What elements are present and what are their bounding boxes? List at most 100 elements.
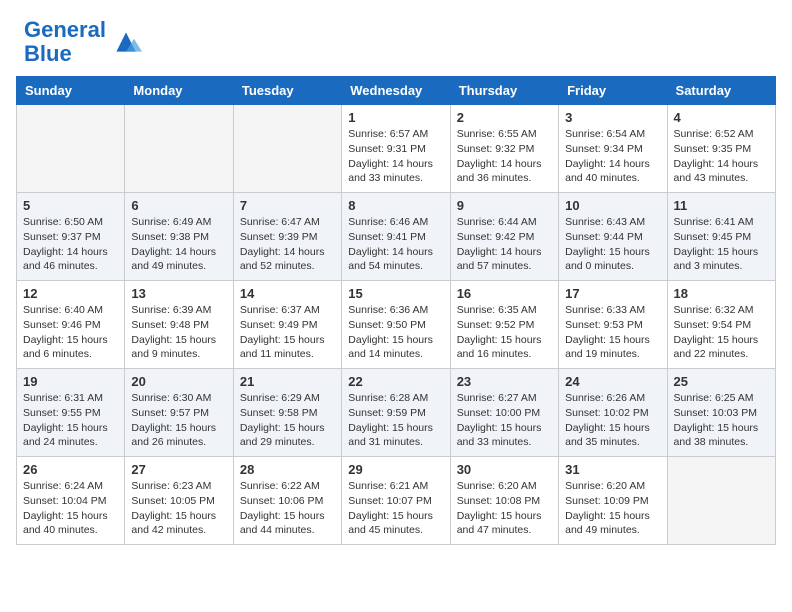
cell-info-text: Sunrise: 6:49 AM Sunset: 9:38 PM Dayligh… [131,215,226,274]
cell-info-text: Sunrise: 6:24 AM Sunset: 10:04 PM Daylig… [23,479,118,538]
cell-date-number: 24 [565,374,660,389]
cell-date-number: 29 [348,462,443,477]
empty-cell [667,457,775,545]
day-cell-20: 20 Sunrise: 6:30 AM Sunset: 9:57 PM Dayli… [125,369,233,457]
cell-info-text: Sunrise: 6:46 AM Sunset: 9:41 PM Dayligh… [348,215,443,274]
day-header-sunday: Sunday [17,77,125,105]
cell-date-number: 18 [674,286,769,301]
cell-info-text: Sunrise: 6:52 AM Sunset: 9:35 PM Dayligh… [674,127,769,186]
day-cell-8: 8 Sunrise: 6:46 AM Sunset: 9:41 PM Daylig… [342,193,450,281]
cell-date-number: 19 [23,374,118,389]
day-cell-5: 5Sunrise: 6:50 AM Sunset: 9:37 PM Daylig… [17,193,125,281]
day-cell-7: 7 Sunrise: 6:47 AM Sunset: 9:39 PM Daylig… [233,193,341,281]
cell-info-text: Sunrise: 6:44 AM Sunset: 9:42 PM Dayligh… [457,215,552,274]
cell-info-text: Sunrise: 6:35 AM Sunset: 9:52 PM Dayligh… [457,303,552,362]
cell-info-text: Sunrise: 6:29 AM Sunset: 9:58 PM Dayligh… [240,391,335,450]
cell-date-number: 4 [674,110,769,125]
cell-date-number: 16 [457,286,552,301]
cell-info-text: Sunrise: 6:21 AM Sunset: 10:07 PM Daylig… [348,479,443,538]
day-cell-3: 3 Sunrise: 6:54 AM Sunset: 9:34 PM Daylig… [559,105,667,193]
cell-info-text: Sunrise: 6:22 AM Sunset: 10:06 PM Daylig… [240,479,335,538]
cell-date-number: 27 [131,462,226,477]
cell-info-text: Sunrise: 6:37 AM Sunset: 9:49 PM Dayligh… [240,303,335,362]
page-container: General Blue SundayMondayTuesdayWednesda… [0,0,792,561]
cell-info-text: Sunrise: 6:43 AM Sunset: 9:44 PM Dayligh… [565,215,660,274]
cell-date-number: 28 [240,462,335,477]
day-cell-12: 12Sunrise: 6:40 AM Sunset: 9:46 PM Dayli… [17,281,125,369]
cell-info-text: Sunrise: 6:30 AM Sunset: 9:57 PM Dayligh… [131,391,226,450]
cell-date-number: 7 [240,198,335,213]
cell-date-number: 3 [565,110,660,125]
cell-info-text: Sunrise: 6:20 AM Sunset: 10:08 PM Daylig… [457,479,552,538]
header-row: SundayMondayTuesdayWednesdayThursdayFrid… [17,77,776,105]
cell-date-number: 21 [240,374,335,389]
cell-info-text: Sunrise: 6:54 AM Sunset: 9:34 PM Dayligh… [565,127,660,186]
day-cell-4: 4 Sunrise: 6:52 AM Sunset: 9:35 PM Daylig… [667,105,775,193]
cell-info-text: Sunrise: 6:47 AM Sunset: 9:39 PM Dayligh… [240,215,335,274]
cell-date-number: 22 [348,374,443,389]
day-header-tuesday: Tuesday [233,77,341,105]
day-cell-27: 27 Sunrise: 6:23 AM Sunset: 10:05 PM Dayl… [125,457,233,545]
day-header-monday: Monday [125,77,233,105]
cell-date-number: 23 [457,374,552,389]
cell-date-number: 15 [348,286,443,301]
day-header-saturday: Saturday [667,77,775,105]
day-cell-28: 28 Sunrise: 6:22 AM Sunset: 10:06 PM Dayl… [233,457,341,545]
day-cell-10: 10Sunrise: 6:43 AM Sunset: 9:44 PM Dayli… [559,193,667,281]
day-header-thursday: Thursday [450,77,558,105]
cell-date-number: 20 [131,374,226,389]
calendar-wrap: SundayMondayTuesdayWednesdayThursdayFrid… [0,76,792,561]
empty-cell [17,105,125,193]
cell-date-number: 2 [457,110,552,125]
cell-info-text: Sunrise: 6:50 AM Sunset: 9:37 PM Dayligh… [23,215,118,274]
day-cell-14: 14 Sunrise: 6:37 AM Sunset: 9:49 PM Dayli… [233,281,341,369]
cell-date-number: 30 [457,462,552,477]
cell-info-text: Sunrise: 6:20 AM Sunset: 10:09 PM Daylig… [565,479,660,538]
day-cell-13: 13 Sunrise: 6:39 AM Sunset: 9:48 PM Dayli… [125,281,233,369]
cell-info-text: Sunrise: 6:25 AM Sunset: 10:03 PM Daylig… [674,391,769,450]
cell-date-number: 11 [674,198,769,213]
logo: General Blue [24,18,142,66]
week-row-2: 5Sunrise: 6:50 AM Sunset: 9:37 PM Daylig… [17,193,776,281]
cell-info-text: Sunrise: 6:32 AM Sunset: 9:54 PM Dayligh… [674,303,769,362]
cell-info-text: Sunrise: 6:23 AM Sunset: 10:05 PM Daylig… [131,479,226,538]
day-cell-30: 30 Sunrise: 6:20 AM Sunset: 10:08 PM Dayl… [450,457,558,545]
cell-date-number: 8 [348,198,443,213]
cell-date-number: 14 [240,286,335,301]
cell-info-text: Sunrise: 6:31 AM Sunset: 9:55 PM Dayligh… [23,391,118,450]
cell-date-number: 26 [23,462,118,477]
calendar-table: SundayMondayTuesdayWednesdayThursdayFrid… [16,76,776,545]
cell-info-text: Sunrise: 6:41 AM Sunset: 9:45 PM Dayligh… [674,215,769,274]
header: General Blue [0,0,792,76]
day-cell-19: 19 Sunrise: 6:31 AM Sunset: 9:55 PM Dayli… [17,369,125,457]
cell-info-text: Sunrise: 6:36 AM Sunset: 9:50 PM Dayligh… [348,303,443,362]
logo-blue: Blue [24,41,72,66]
cell-info-text: Sunrise: 6:57 AM Sunset: 9:31 PM Dayligh… [348,127,443,186]
cell-date-number: 25 [674,374,769,389]
day-cell-1: 1Sunrise: 6:57 AM Sunset: 9:31 PM Daylig… [342,105,450,193]
week-row-3: 12Sunrise: 6:40 AM Sunset: 9:46 PM Dayli… [17,281,776,369]
cell-date-number: 31 [565,462,660,477]
cell-info-text: Sunrise: 6:33 AM Sunset: 9:53 PM Dayligh… [565,303,660,362]
day-cell-22: 22 Sunrise: 6:28 AM Sunset: 9:59 PM Dayli… [342,369,450,457]
day-cell-23: 23Sunrise: 6:27 AM Sunset: 10:00 PM Dayl… [450,369,558,457]
day-header-friday: Friday [559,77,667,105]
day-cell-17: 17 Sunrise: 6:33 AM Sunset: 9:53 PM Dayli… [559,281,667,369]
day-cell-16: 16 Sunrise: 6:35 AM Sunset: 9:52 PM Dayli… [450,281,558,369]
logo-text-block: General Blue [24,18,106,66]
day-cell-18: 18 Sunrise: 6:32 AM Sunset: 9:54 PM Dayli… [667,281,775,369]
day-cell-25: 25 Sunrise: 6:25 AM Sunset: 10:03 PM Dayl… [667,369,775,457]
empty-cell [233,105,341,193]
cell-info-text: Sunrise: 6:26 AM Sunset: 10:02 PM Daylig… [565,391,660,450]
day-header-wednesday: Wednesday [342,77,450,105]
cell-date-number: 17 [565,286,660,301]
cell-info-text: Sunrise: 6:28 AM Sunset: 9:59 PM Dayligh… [348,391,443,450]
day-cell-26: 26 Sunrise: 6:24 AM Sunset: 10:04 PM Dayl… [17,457,125,545]
cell-info-text: Sunrise: 6:55 AM Sunset: 9:32 PM Dayligh… [457,127,552,186]
cell-date-number: 13 [131,286,226,301]
week-row-5: 26 Sunrise: 6:24 AM Sunset: 10:04 PM Dayl… [17,457,776,545]
cell-info-text: Sunrise: 6:39 AM Sunset: 9:48 PM Dayligh… [131,303,226,362]
cell-info-text: Sunrise: 6:40 AM Sunset: 9:46 PM Dayligh… [23,303,118,362]
day-cell-2: 2 Sunrise: 6:55 AM Sunset: 9:32 PM Daylig… [450,105,558,193]
day-cell-21: 21 Sunrise: 6:29 AM Sunset: 9:58 PM Dayli… [233,369,341,457]
